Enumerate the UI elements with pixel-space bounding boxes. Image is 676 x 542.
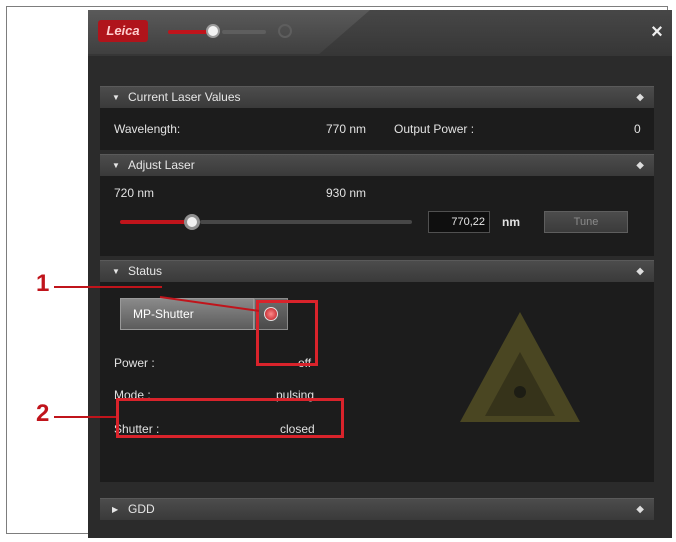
section-body-adjust-laser: 720 nm 930 nm 770,22 nm Tune bbox=[100, 176, 654, 256]
section-title: Status bbox=[128, 264, 163, 278]
laser-warning-mark bbox=[514, 386, 526, 398]
section-header-current-laser-values[interactable]: ▼ Current Laser Values ◆ bbox=[100, 86, 654, 108]
callout-number-1: 1 bbox=[36, 270, 50, 297]
callout-leader-2 bbox=[54, 416, 116, 418]
slider-min-label: 720 nm bbox=[114, 186, 155, 200]
output-power-value: 0 bbox=[634, 122, 641, 136]
wavelength-unit: nm bbox=[502, 215, 520, 229]
section-header-gdd[interactable]: ▶ GDD ◆ bbox=[100, 498, 654, 520]
wavelength-value: 770 nm bbox=[326, 122, 367, 136]
section-header-adjust-laser[interactable]: ▼ Adjust Laser ◆ bbox=[100, 154, 654, 176]
power-label: Power : bbox=[114, 356, 155, 370]
output-power-label: Output Power : bbox=[394, 122, 475, 136]
section-body-status: MP-Shutter Power : off Mode : pulsing Sh… bbox=[100, 282, 654, 482]
wavelength-slider-fill[interactable] bbox=[120, 220, 192, 224]
laser-control-panel: Leica × ▼ Current Laser Values ◆ Wavelen… bbox=[88, 10, 672, 538]
section-expanded-icon: ▼ bbox=[112, 267, 120, 276]
pin-icon[interactable]: ◆ bbox=[636, 155, 644, 176]
tune-button[interactable]: Tune bbox=[544, 211, 628, 233]
section-title: Current Laser Values bbox=[128, 90, 241, 104]
mp-shutter-button[interactable]: MP-Shutter bbox=[120, 298, 254, 330]
wavelength-slider-track[interactable] bbox=[200, 220, 412, 224]
section-expanded-icon: ▼ bbox=[112, 161, 120, 170]
callout-leader-1a bbox=[54, 286, 162, 288]
mode-switch-track-inactive[interactable] bbox=[222, 30, 266, 34]
laser-warning-inner bbox=[485, 352, 555, 416]
wavelength-input[interactable]: 770,22 bbox=[428, 211, 490, 233]
wavelength-label: Wavelength: bbox=[114, 122, 181, 136]
pin-icon[interactable]: ◆ bbox=[636, 261, 644, 282]
pin-icon[interactable]: ◆ bbox=[636, 499, 644, 520]
mode-switch-knob[interactable] bbox=[206, 24, 220, 38]
section-title: Adjust Laser bbox=[128, 158, 195, 172]
title-bar: Leica × bbox=[88, 10, 672, 56]
wavelength-slider-knob[interactable] bbox=[184, 214, 200, 230]
slider-max-label: 930 nm bbox=[326, 186, 367, 200]
leica-logo: Leica bbox=[98, 20, 148, 42]
section-expanded-icon: ▼ bbox=[112, 93, 120, 102]
section-header-status[interactable]: ▼ Status ◆ bbox=[100, 260, 654, 282]
close-icon[interactable]: × bbox=[648, 22, 666, 42]
section-title: GDD bbox=[128, 502, 155, 516]
pin-icon[interactable]: ◆ bbox=[636, 87, 644, 108]
callout-box-1 bbox=[256, 300, 318, 366]
callout-box-2 bbox=[116, 398, 344, 438]
callout-number-2: 2 bbox=[36, 400, 50, 427]
section-collapsed-icon: ▶ bbox=[112, 505, 119, 514]
section-body-current-laser-values: Wavelength: 770 nm Output Power : 0 bbox=[100, 108, 654, 150]
mode-switch-off-indicator[interactable] bbox=[278, 24, 292, 38]
